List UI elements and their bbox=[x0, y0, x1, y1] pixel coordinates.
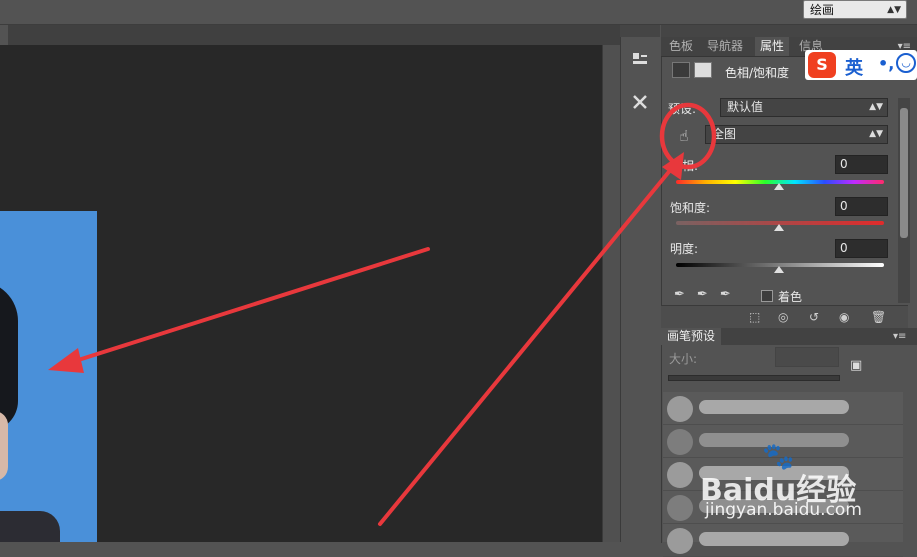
colorize-label: 着色 bbox=[778, 290, 803, 304]
options-bar bbox=[0, 0, 917, 25]
hue-value-field[interactable]: 0 bbox=[835, 155, 888, 174]
mask-icon[interactable] bbox=[694, 62, 712, 78]
tab-brush-presets[interactable]: 画笔预设 bbox=[661, 328, 722, 345]
ime-emoji-icon[interactable]: ◡ bbox=[896, 53, 916, 73]
updown-arrow-icon: ▲▼ bbox=[887, 5, 901, 15]
reset-icon[interactable]: ↺ bbox=[809, 306, 819, 328]
preset-label: 预设: bbox=[668, 102, 697, 116]
properties-footer: ⬚ ◎ ↺ ◉ 🗑 bbox=[661, 305, 908, 328]
brush-preset-item[interactable] bbox=[663, 524, 903, 557]
preset-value: 默认值 bbox=[727, 100, 764, 114]
brush-panel-menu-icon[interactable]: ▾≡ bbox=[893, 328, 906, 345]
photo-hair bbox=[0, 281, 18, 431]
document-tab-bar bbox=[0, 25, 620, 46]
hue-label: 色相: bbox=[670, 159, 699, 173]
on-image-adjust-hand-icon[interactable]: ☝ bbox=[670, 125, 698, 147]
range-dropdown[interactable]: 全图 ▲▼ bbox=[705, 125, 888, 144]
adjustment-header bbox=[672, 62, 716, 82]
lightness-slider-thumb[interactable] bbox=[774, 266, 784, 273]
brush-size-label: 大小: bbox=[669, 352, 698, 366]
photo-clothing bbox=[0, 511, 60, 542]
adjustment-icon bbox=[672, 62, 690, 78]
brush-tip-preview bbox=[667, 396, 693, 422]
preset-dropdown[interactable]: 默认值 ▲▼ bbox=[720, 98, 888, 117]
eyedropper-plus-icon[interactable]: ✒ bbox=[697, 287, 720, 302]
eyedropper-tools: ✒✒✒ bbox=[674, 287, 743, 302]
saturation-label: 饱和度: bbox=[670, 201, 711, 215]
document-tab[interactable] bbox=[0, 25, 8, 45]
visibility-eye-icon[interactable]: ◉ bbox=[839, 306, 849, 328]
ime-mode-toggle[interactable]: 英 bbox=[845, 54, 863, 80]
trash-icon[interactable]: 🗑 bbox=[871, 306, 886, 328]
brush-tip-preview bbox=[667, 429, 693, 455]
saturation-slider-thumb[interactable] bbox=[774, 224, 784, 231]
dock-collapse-bar[interactable] bbox=[620, 25, 660, 37]
brush-size-slider[interactable] bbox=[668, 375, 840, 381]
tab-swatches[interactable]: 色板 bbox=[664, 37, 698, 56]
brush-preset-item[interactable] bbox=[663, 392, 903, 425]
eyedropper-minus-icon[interactable]: ✒ bbox=[720, 287, 743, 302]
adjustment-title: 色相/饱和度 bbox=[725, 66, 790, 80]
tab-navigator[interactable]: 导航器 bbox=[702, 37, 748, 56]
watermark-url: jingyan.baidu.com bbox=[705, 500, 862, 520]
view-previous-state-icon[interactable]: ◎ bbox=[778, 306, 788, 328]
history-panel-icon[interactable] bbox=[621, 46, 659, 74]
brush-size-field[interactable] bbox=[775, 347, 839, 367]
saturation-value-field[interactable]: 0 bbox=[835, 197, 888, 216]
lightness-value-field[interactable]: 0 bbox=[835, 239, 888, 258]
updown-arrow-icon: ▲▼ bbox=[869, 102, 883, 112]
clip-to-layer-icon[interactable]: ⬚ bbox=[749, 306, 760, 328]
ime-punctuation-icon[interactable]: •, bbox=[878, 54, 894, 73]
brush-tip-preview bbox=[667, 495, 693, 521]
properties-scrollbar-thumb[interactable] bbox=[900, 108, 908, 238]
brush-tip-preview bbox=[667, 528, 693, 554]
workspace-switcher[interactable]: 绘画 ▲▼ bbox=[803, 0, 907, 19]
eyedropper-icon[interactable]: ✒ bbox=[674, 287, 697, 302]
brush-stroke-preview bbox=[699, 532, 849, 546]
ime-logo[interactable]: S bbox=[808, 52, 836, 78]
canvas-vertical-scrollbar[interactable] bbox=[602, 45, 621, 542]
tools-panel-icon[interactable] bbox=[621, 88, 659, 116]
hue-slider-thumb[interactable] bbox=[774, 183, 784, 190]
lightness-label: 明度: bbox=[670, 242, 699, 256]
brush-tip-preview bbox=[667, 462, 693, 488]
toggle-brush-panel-icon[interactable]: ▣ bbox=[850, 358, 868, 376]
photo-face bbox=[0, 411, 8, 481]
workspace-label: 绘画 bbox=[810, 3, 835, 17]
brush-stroke-preview bbox=[699, 400, 849, 414]
colorize-checkbox[interactable] bbox=[761, 290, 773, 302]
range-value: 全图 bbox=[712, 127, 737, 141]
portrait-photo bbox=[0, 211, 97, 542]
tab-properties[interactable]: 属性 bbox=[755, 37, 790, 56]
updown-arrow-icon: ▲▼ bbox=[869, 129, 883, 139]
panel-collapse-bar[interactable] bbox=[661, 25, 917, 37]
